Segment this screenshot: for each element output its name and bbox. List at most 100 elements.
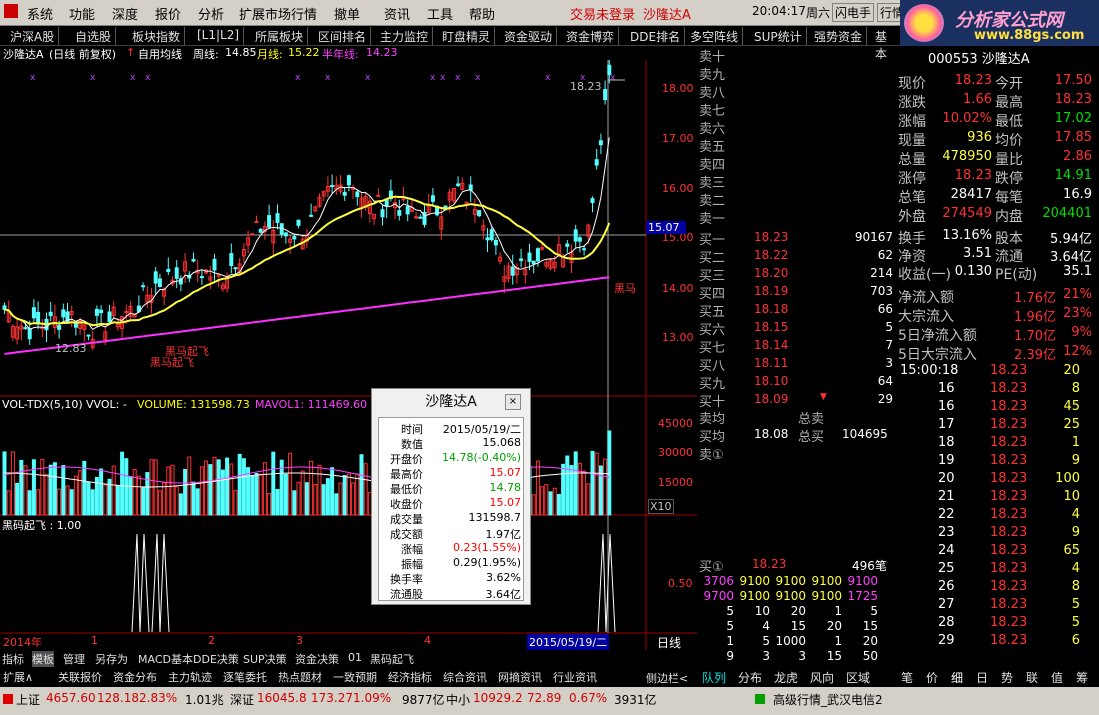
menu-system[interactable]: 系统 [27, 4, 53, 23]
tab-l1l2[interactable]: [L1|L2] [193, 27, 245, 45]
info-tab[interactable]: 行业资讯 [553, 669, 597, 685]
sh-label[interactable]: 上证 [16, 691, 40, 708]
info-tab[interactable]: 一致预期 [333, 669, 377, 685]
tab-shsz-a[interactable]: 沪深A股 [6, 27, 60, 45]
quote-value: 16.9 [1063, 187, 1092, 202]
quote-value: 14.91 [1054, 168, 1092, 183]
menu-cancel[interactable]: 撤单 [334, 4, 360, 23]
data-popup[interactable]: 沙隆达A × 时间 2015/05/19/二 数值 15.068 开盘价 14.78(-0… [371, 388, 531, 605]
tab-sup-stats[interactable]: SUP统计 [750, 27, 807, 45]
detail-tab[interactable]: 联 [1026, 669, 1038, 686]
info-tab[interactable]: 综合资讯 [443, 669, 487, 685]
detail-tab[interactable]: 价 [926, 669, 938, 686]
tick-time: 25 [938, 561, 955, 576]
menu-ext-market[interactable]: 扩展市场行情 [239, 4, 317, 23]
panel-tab[interactable]: 风向 [810, 669, 834, 686]
tab-bull-bear[interactable]: 多空阵线 [686, 27, 744, 45]
signal-mark: x [145, 73, 151, 83]
quote-label: 跌停 [995, 171, 1023, 187]
info-tab[interactable]: 经济指标 [388, 669, 432, 685]
sh-percent: 2.83% [139, 691, 178, 705]
volume-bar [565, 455, 570, 516]
detail-tab[interactable]: 势 [1001, 669, 1013, 686]
info-tab[interactable]: 网摘资讯 [498, 669, 542, 685]
volume-bar [540, 486, 545, 516]
info-tab[interactable]: 关联报价 [58, 669, 102, 685]
tab-favorites[interactable]: 自选股 [71, 27, 117, 45]
menu-help[interactable]: 帮助 [469, 4, 495, 23]
tab-basic[interactable]: 基本 [871, 27, 900, 61]
menu-tools[interactable]: 工具 [427, 4, 453, 23]
queue-cell: 3706 [703, 574, 734, 588]
indicator-tab[interactable]: 管理 [63, 651, 85, 667]
server-name[interactable]: 高级行情_武汉电信2 [773, 691, 883, 708]
panel-tab[interactable]: 区域 [846, 669, 870, 686]
sidebar-toggle[interactable]: 侧边栏< [646, 670, 688, 686]
period-button[interactable]: 日线 [657, 634, 681, 651]
menu-quote[interactable]: 报价 [155, 4, 181, 23]
queue-cell: 15 [826, 649, 842, 663]
menu-news[interactable]: 资讯 [384, 4, 410, 23]
info-tab[interactable]: 热点题材 [278, 669, 322, 685]
quote-label: 外盘 [898, 209, 926, 225]
sz-label[interactable]: 深证 [230, 691, 254, 708]
tab-range-rank[interactable]: 区间排名 [314, 27, 372, 45]
tab-fund-drive[interactable]: 资金驱动 [500, 27, 558, 45]
sz-percent: 1.09% [353, 691, 392, 705]
indicator-tab[interactable]: 资金决策 [295, 651, 339, 667]
detail-tab[interactable]: 值 [1051, 669, 1063, 686]
flow-label: 净流入额 [898, 290, 954, 306]
indicator-tab[interactable]: 01 [348, 651, 362, 664]
indicator-tab[interactable]: 指标 [2, 651, 24, 667]
turnover-label: 股本 [995, 231, 1023, 247]
tick-volume: 5 [1071, 615, 1080, 630]
kline-chart[interactable]: xxxxxxxxxxxxxx [0, 60, 697, 650]
detail-tab[interactable]: 日 [976, 669, 988, 686]
indicator-tab[interactable]: 另存为 [95, 651, 128, 667]
tab-main-monitor[interactable]: 主力监控 [376, 27, 434, 45]
volume-bar [292, 490, 297, 516]
panel-tab[interactable]: 队列 [702, 669, 726, 686]
volume-bar [296, 481, 301, 516]
tab-dde-rank[interactable]: DDE排名 [626, 27, 686, 45]
indicator-tab[interactable]: SUP决策 [243, 651, 287, 667]
signal-mark: x [365, 73, 371, 83]
popup-row-value: 1.97亿 [485, 528, 522, 541]
info-tab[interactable]: 逐笔委托 [223, 669, 267, 685]
tab-watch-sprite[interactable]: 盯盘精灵 [438, 27, 496, 45]
menu-depth[interactable]: 深度 [112, 4, 138, 23]
tick-volume: 20 [1063, 363, 1080, 378]
candle-body [477, 210, 482, 217]
volume-bar [10, 451, 15, 516]
tab-sector-index[interactable]: 板块指数 [128, 27, 186, 45]
menu-analysis[interactable]: 分析 [198, 4, 224, 23]
info-tab[interactable]: 主力轨迹 [168, 669, 212, 685]
info-tab[interactable]: 资金分布 [113, 669, 157, 685]
detail-tab[interactable]: 筹 [1076, 669, 1088, 686]
popup-row: 收盘价 15.07 [381, 496, 521, 511]
tab-belong-sector[interactable]: 所属板块 [251, 27, 309, 45]
panel-tab[interactable]: 分布 [738, 669, 762, 686]
candle-body [94, 308, 99, 316]
indicator-tab[interactable]: MACD基本 [138, 651, 193, 667]
indicator-tab[interactable]: 模板 [32, 651, 54, 667]
candle-body [31, 307, 36, 319]
detail-tab[interactable]: 笔 [901, 669, 913, 686]
zx-label[interactable]: 中小 [446, 691, 470, 708]
login-status[interactable]: 交易未登录 [570, 4, 635, 23]
indicator-tab[interactable]: DDE决策 [193, 651, 239, 667]
info-tab[interactable]: 扩展∧ [3, 669, 33, 685]
signal-mark: x [325, 73, 331, 83]
flash-trade-button[interactable]: 闪电手 [832, 3, 875, 22]
volume-bar [607, 430, 612, 516]
tab-fund-game[interactable]: 资金博弈 [562, 27, 620, 45]
price-tick: 13.00 [662, 331, 694, 344]
menu-function[interactable]: 功能 [69, 4, 95, 23]
app-icon[interactable] [4, 4, 18, 18]
detail-tab[interactable]: 细 [951, 669, 963, 686]
tab-strong-fund[interactable]: 强势资金 [810, 27, 868, 45]
tick-volume: 8 [1071, 381, 1080, 396]
indicator-tab[interactable]: 黑码起飞 [370, 651, 414, 667]
close-icon[interactable]: × [505, 394, 521, 410]
panel-tab[interactable]: 龙虎 [774, 669, 798, 686]
